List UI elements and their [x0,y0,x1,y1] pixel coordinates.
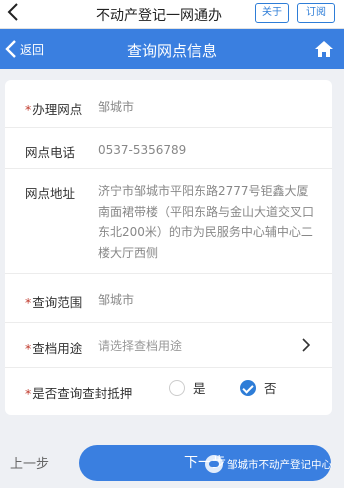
scope-label: *查询范围 [25,295,83,310]
about-button[interactable]: 关于 [255,3,289,23]
radio-checked-icon[interactable] [240,379,256,396]
purpose-select[interactable]: 请选择查档用途 [98,336,320,356]
office-label: *办理网点 [25,102,83,117]
app-title: 不动产登记一网通办 [96,8,222,24]
nav-bar: 返回 查询网点信息 [0,29,344,69]
address-row: 网点地址 济宁市邹城市平阳东路2777号钜鑫大厦南面裙带楼（平阳东路与金山大道交… [5,169,332,274]
office-row[interactable]: *办理网点 邹城市 [5,80,332,128]
phone-value: 0537-5356789 [98,143,187,157]
seal-option-no[interactable]: 否 [240,378,277,397]
watermark-text: 邹城市不动产登记中心 [227,458,332,471]
phone-label: 网点电话 [25,145,76,160]
scope-row[interactable]: *查询范围 邹城市 [5,274,332,323]
app-title-bar: 不动产登记一网通办 关于 订阅 [0,0,344,29]
scope-value: 邹城市 [98,293,135,307]
watermark: 邹城市不动产登记中心 [205,455,332,473]
page-title: 查询网点信息 [126,42,217,60]
seal-no-label: 否 [264,381,277,396]
wechat-logo-icon [205,455,223,473]
purpose-row[interactable]: *查档用途 请选择查档用途 [5,323,332,368]
seal-option-yes[interactable]: 是 [169,378,206,397]
form-card: *办理网点 邹城市 网点电话 0537-5356789 网点地址 济宁市邹城市平… [5,80,332,415]
radio-unchecked-icon[interactable] [169,379,185,396]
office-value: 邹城市 [98,100,135,114]
address-value: 济宁市邹城市平阳东路2777号钜鑫大厦南面裙带楼（平阳东路与金山大道交叉口东北2… [98,184,315,260]
home-icon[interactable] [314,39,334,59]
phone-row: 网点电话 0537-5356789 [5,128,332,169]
subscribe-button[interactable]: 订阅 [297,3,335,23]
address-label: 网点地址 [25,186,76,201]
seal-row: *是否查询查封抵押 是 否 [5,368,332,415]
chevron-left-icon[interactable] [7,1,19,28]
seal-label: *是否查询查封抵押 [25,386,133,401]
purpose-label: *查档用途 [25,341,83,356]
prev-step-button[interactable]: 上一步 [10,453,49,472]
seal-yes-label: 是 [193,381,206,396]
chevron-right-icon[interactable] [302,337,311,356]
